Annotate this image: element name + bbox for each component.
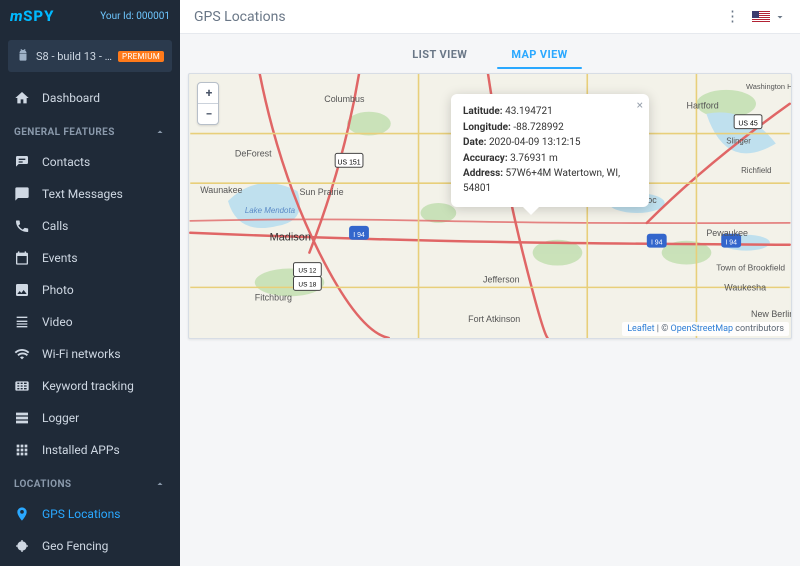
sidebar-item-dashboard[interactable]: Dashboard: [0, 82, 180, 114]
sidebar-item-calls[interactable]: Calls: [0, 210, 180, 242]
svg-text:Sun Prairie: Sun Prairie: [299, 187, 343, 197]
leaflet-link[interactable]: Leaflet: [627, 324, 654, 334]
logger-icon: [14, 410, 30, 426]
language-selector[interactable]: [752, 11, 786, 23]
page-title: GPS Locations: [194, 9, 286, 25]
tab-map-view[interactable]: MAP VIEW: [509, 40, 569, 69]
svg-text:Pewaukee: Pewaukee: [706, 228, 748, 238]
section-locations[interactable]: LOCATIONS: [0, 466, 180, 498]
svg-text:I 94: I 94: [725, 240, 737, 247]
sidebar-item-wifi[interactable]: Wi-Fi networks: [0, 338, 180, 370]
subscriber-selector[interactable]: S8 - build 13 - 5... PREMIUM: [8, 40, 172, 72]
svg-text:Waunakee: Waunakee: [200, 185, 242, 195]
calendar-icon: [14, 250, 30, 266]
content-area: GPS Locations ⋮ LIST VIEW MAP VIEW: [180, 0, 800, 566]
svg-text:Washington Heights: Washington Heights: [746, 82, 791, 91]
view-tabs: LIST VIEW MAP VIEW: [180, 34, 800, 69]
message-icon: [14, 186, 30, 202]
your-id: Your Id: 000001: [100, 11, 170, 22]
zoom-in-button[interactable]: +: [198, 83, 219, 104]
contacts-icon: [14, 154, 30, 170]
sidebar-item-contacts[interactable]: Contacts: [0, 146, 180, 178]
subscriber-label: S8 - build 13 - 5...: [36, 50, 112, 63]
map-container[interactable]: US 151 I 94 I 94 I 94 US 12 US 18 US 45 …: [188, 73, 792, 339]
sidebar-item-label: Contacts: [42, 155, 90, 169]
sidebar-item-label: Wi-Fi networks: [42, 347, 121, 361]
section-general-features[interactable]: GENERAL FEATURES: [0, 114, 180, 146]
chevron-down-icon: [774, 11, 786, 23]
keyboard-icon: [14, 378, 30, 394]
svg-text:Town of Brookfield: Town of Brookfield: [716, 263, 785, 273]
sidebar-item-text-messages[interactable]: Text Messages: [0, 178, 180, 210]
svg-text:US 45: US 45: [738, 121, 757, 128]
sidebar-item-gps-locations[interactable]: GPS Locations: [0, 498, 180, 530]
location-pin-icon: [14, 506, 30, 522]
map-attribution: Leaflet | © OpenStreetMap contributors: [622, 322, 789, 336]
sidebar-item-label: Events: [42, 251, 78, 265]
wifi-icon: [14, 346, 30, 362]
sidebar-item-events[interactable]: Events: [0, 242, 180, 274]
svg-text:Lake Mendota: Lake Mendota: [245, 206, 296, 215]
premium-badge: PREMIUM: [118, 51, 164, 62]
brand-logo: mmSPYSPY: [10, 7, 54, 25]
sidebar-item-label: Installed APPs: [42, 443, 120, 457]
sidebar: mmSPYSPY Your Id: 000001 S8 - build 13 -…: [0, 0, 180, 566]
svg-text:US 18: US 18: [298, 281, 316, 288]
zoom-out-button[interactable]: −: [198, 104, 219, 124]
svg-text:US 151: US 151: [337, 159, 360, 166]
target-icon: [14, 538, 30, 554]
sidebar-item-video[interactable]: Video: [0, 306, 180, 338]
location-popup: × Latitude: 43.194721 Longitude: -88.728…: [451, 94, 649, 207]
svg-text:Richfield: Richfield: [741, 166, 771, 175]
svg-text:Waukesha: Waukesha: [724, 282, 766, 292]
home-icon: [14, 90, 30, 106]
svg-text:I 94: I 94: [353, 232, 365, 239]
svg-text:Columbus: Columbus: [324, 94, 365, 104]
svg-text:US 12: US 12: [298, 267, 316, 274]
android-icon: [16, 49, 30, 63]
sidebar-item-label: Text Messages: [42, 187, 123, 201]
sidebar-item-label: Keyword tracking: [42, 379, 134, 393]
sidebar-item-label: GPS Locations: [42, 507, 120, 521]
sidebar-item-photo[interactable]: Photo: [0, 274, 180, 306]
sidebar-item-label: Logger: [42, 411, 79, 425]
phone-icon: [14, 218, 30, 234]
svg-text:I 94: I 94: [651, 240, 663, 247]
zoom-controls: + −: [197, 82, 219, 125]
apps-icon: [14, 442, 30, 458]
svg-text:DeForest: DeForest: [235, 148, 272, 158]
sidebar-item-label: Calls: [42, 219, 68, 233]
section-title: LOCATIONS: [14, 479, 71, 490]
svg-text:New Berlin: New Berlin: [751, 309, 791, 319]
sidebar-item-keyword-tracking[interactable]: Keyword tracking: [0, 370, 180, 402]
popup-close-button[interactable]: ×: [637, 98, 643, 112]
photo-icon: [14, 282, 30, 298]
svg-text:Slinger: Slinger: [726, 136, 751, 145]
svg-text:Fitchburg: Fitchburg: [255, 292, 292, 302]
sidebar-item-logger[interactable]: Logger: [0, 402, 180, 434]
section-title: GENERAL FEATURES: [14, 127, 115, 138]
svg-text:Jefferson: Jefferson: [483, 274, 520, 284]
more-options-icon[interactable]: ⋮: [725, 9, 740, 24]
chevron-up-icon: [154, 478, 166, 490]
sidebar-item-geo-fencing[interactable]: Geo Fencing: [0, 530, 180, 562]
sidebar-item-label: Video: [42, 315, 73, 329]
tab-list-view[interactable]: LIST VIEW: [410, 40, 469, 69]
chevron-up-icon: [154, 126, 166, 138]
header-bar: GPS Locations ⋮: [180, 0, 800, 34]
sidebar-item-installed-apps[interactable]: Installed APPs: [0, 434, 180, 466]
svg-text:Madison: Madison: [270, 232, 311, 244]
sidebar-item-label: Photo: [42, 283, 74, 297]
sidebar-item-label: Geo Fencing: [42, 539, 108, 553]
sidebar-item-label: Dashboard: [42, 91, 100, 105]
video-icon: [14, 314, 30, 330]
us-flag-icon: [752, 11, 770, 23]
osm-link[interactable]: OpenStreetMap: [671, 324, 734, 334]
svg-text:Hartford: Hartford: [687, 101, 719, 111]
svg-text:Fort Atkinson: Fort Atkinson: [468, 314, 520, 324]
